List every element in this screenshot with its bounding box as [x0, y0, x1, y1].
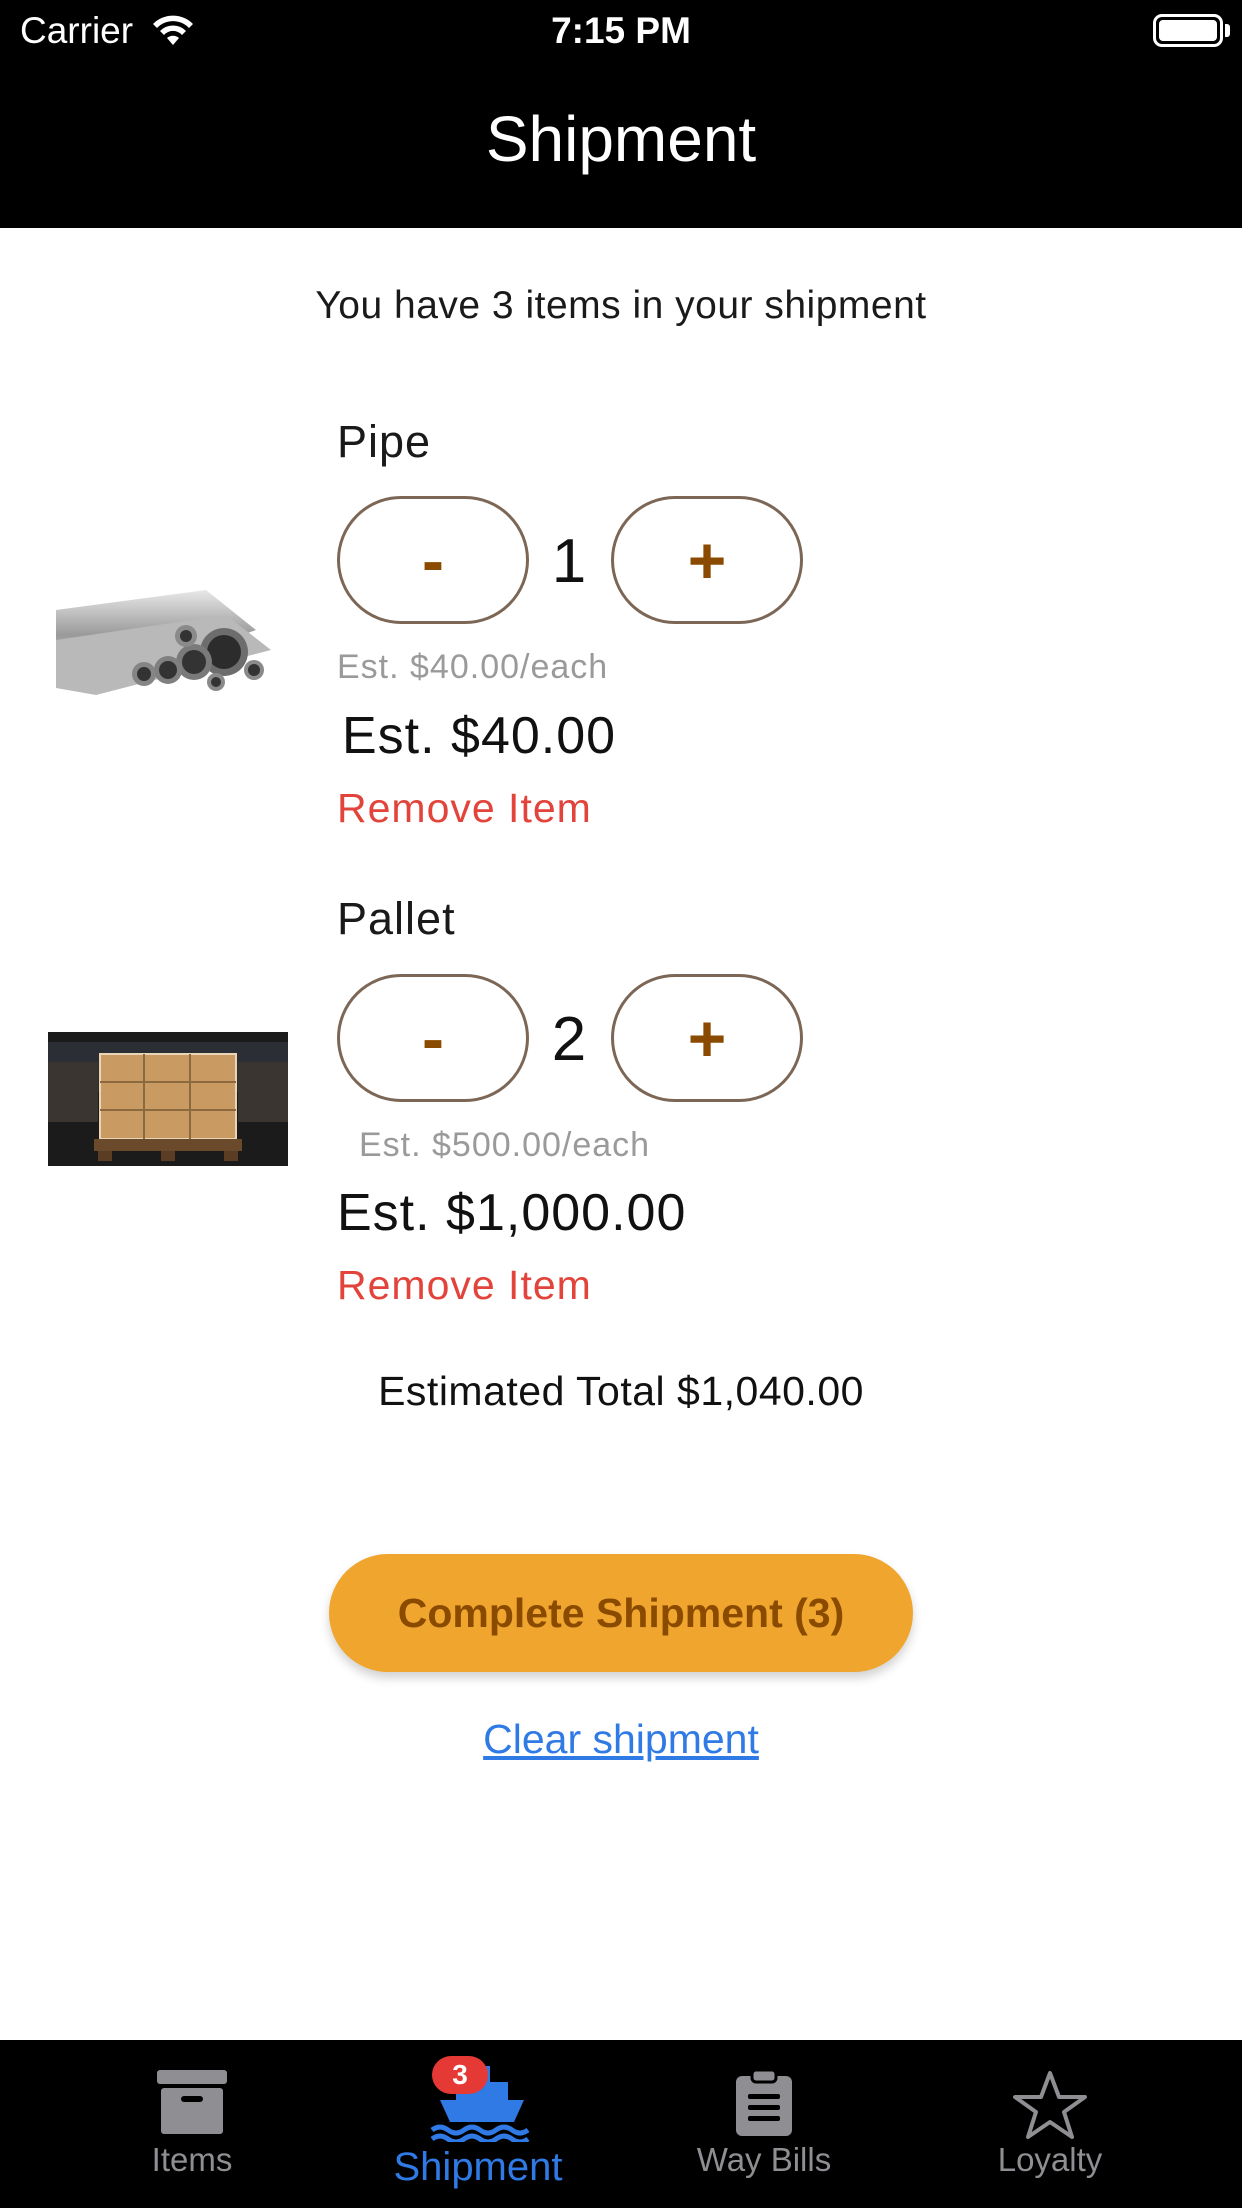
- shipment-count-badge: 3: [432, 2056, 488, 2094]
- battery-nub: [1225, 24, 1230, 37]
- pipe-image: [56, 570, 280, 705]
- star-icon: [1013, 2071, 1087, 2139]
- quantity-value: 1: [551, 527, 587, 596]
- unit-price: Est. $500.00/each: [359, 1126, 651, 1164]
- nav-header: Shipment: [0, 62, 1242, 228]
- status-bar: Carrier 7:15 PM: [0, 0, 1242, 62]
- shipment-summary: You have 3 items in your shipment: [315, 284, 927, 327]
- line-total: Est. $1,000.00: [337, 1184, 687, 1242]
- pallet-image: [48, 1032, 288, 1166]
- item-name: Pallet: [337, 893, 456, 944]
- estimated-total: Estimated Total $1,040.00: [378, 1368, 864, 1414]
- decrease-quantity-button[interactable]: -: [337, 974, 529, 1102]
- tab-label: Shipment: [393, 2145, 563, 2189]
- clipboard-icon: [736, 2070, 792, 2136]
- complete-shipment-button[interactable]: Complete Shipment (3): [329, 1554, 913, 1672]
- tab-label: Way Bills: [696, 2141, 832, 2178]
- increase-quantity-button[interactable]: +: [611, 496, 803, 624]
- tab-items[interactable]: Items: [92, 2040, 292, 2208]
- archive-box-icon: [157, 2070, 227, 2134]
- remove-item-link[interactable]: Remove Item: [337, 1262, 592, 1309]
- tab-shipment[interactable]: 3 Shipment: [368, 2040, 588, 2208]
- increase-quantity-button[interactable]: +: [611, 974, 803, 1102]
- remove-item-link[interactable]: Remove Item: [337, 785, 592, 832]
- line-total: Est. $40.00: [342, 707, 617, 765]
- tab-bar: Items 3 Shipment Way Bills Loyalty: [0, 2040, 1242, 2208]
- item-name: Pipe: [337, 416, 432, 467]
- clear-shipment-link[interactable]: Clear shipment: [0, 1716, 1242, 1763]
- page-title: Shipment: [485, 103, 757, 175]
- battery-icon: [1153, 14, 1223, 47]
- tab-label: Loyalty: [997, 2141, 1103, 2178]
- decrease-quantity-button[interactable]: -: [337, 496, 529, 624]
- tab-loyalty[interactable]: Loyalty: [950, 2040, 1150, 2208]
- tab-label: Items: [151, 2141, 233, 2178]
- tab-way-bills[interactable]: Way Bills: [664, 2040, 864, 2208]
- status-time: 7:15 PM: [551, 10, 691, 51]
- unit-price: Est. $40.00/each: [337, 648, 609, 686]
- quantity-value: 2: [551, 1005, 587, 1074]
